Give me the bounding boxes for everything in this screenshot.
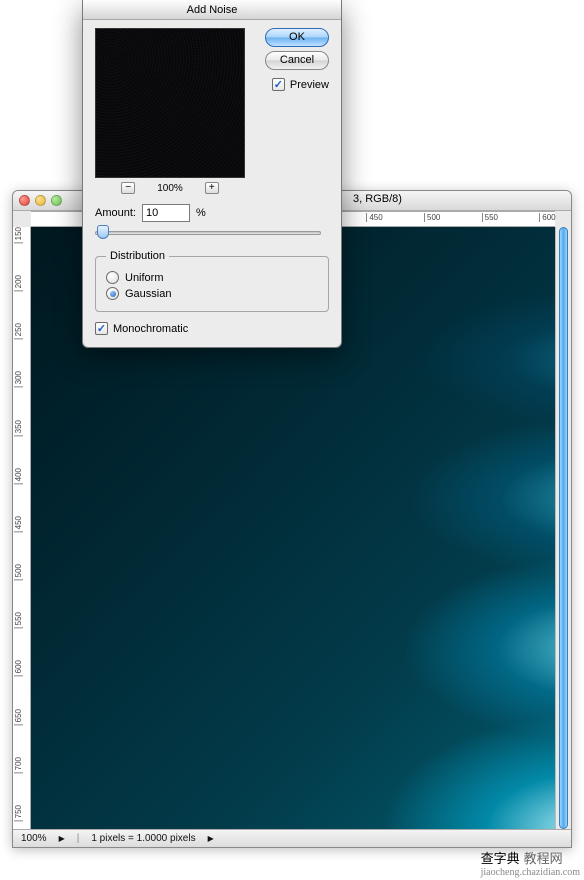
distribution-legend: Distribution bbox=[106, 250, 169, 262]
watermark-url: jiaocheng.chazidian.com bbox=[481, 867, 580, 878]
status-zoom[interactable]: 100% bbox=[21, 833, 47, 844]
zoom-icon[interactable] bbox=[51, 195, 62, 206]
chevron-right-icon[interactable]: ▶ bbox=[59, 834, 65, 843]
amount-slider[interactable] bbox=[95, 226, 321, 238]
ok-button[interactable]: OK bbox=[265, 28, 329, 47]
slider-track bbox=[95, 231, 321, 235]
distribution-group: Distribution Uniform Gaussian bbox=[95, 250, 329, 312]
ruler-tick: 200 bbox=[14, 275, 23, 291]
add-noise-dialog: Add Noise OK Cancel Preview − 100% + Amo… bbox=[82, 0, 342, 348]
ruler-tick: 500 bbox=[424, 213, 440, 222]
chevron-right-icon[interactable]: ▶ bbox=[208, 834, 214, 843]
zoom-value: 100% bbox=[157, 183, 183, 194]
ruler-tick: 450 bbox=[14, 516, 23, 532]
watermark: 查字典教程网 jiaocheng.chazidian.com bbox=[481, 848, 580, 878]
monochromatic-checkbox[interactable] bbox=[95, 322, 108, 335]
ruler-tick: 550 bbox=[14, 612, 23, 628]
ruler-tick: 600 bbox=[539, 213, 555, 222]
ruler-tick: 400 bbox=[14, 468, 23, 484]
minimize-icon[interactable] bbox=[35, 195, 46, 206]
watermark-suffix: 教程网 bbox=[524, 851, 563, 866]
ruler-tick: 500 bbox=[14, 564, 23, 580]
ruler-vertical[interactable]: 150 200 250 300 350 400 450 500 550 600 … bbox=[13, 227, 31, 829]
ruler-tick: 150 bbox=[14, 227, 23, 243]
ruler-tick: 700 bbox=[14, 757, 23, 773]
ruler-tick: 650 bbox=[14, 709, 23, 725]
watermark-brand: 查字典 bbox=[481, 851, 520, 866]
preview-label: Preview bbox=[290, 79, 329, 91]
document-title: 3, RGB/8) bbox=[353, 193, 402, 205]
zoom-in-button[interactable]: + bbox=[205, 182, 219, 194]
monochromatic-label: Monochromatic bbox=[113, 323, 188, 335]
ruler-tick: 450 bbox=[366, 213, 382, 222]
divider: | bbox=[77, 833, 80, 844]
status-info: 1 pixels = 1.0000 pixels bbox=[91, 833, 195, 844]
uniform-radio[interactable] bbox=[106, 271, 119, 284]
ruler-tick: 600 bbox=[14, 660, 23, 676]
amount-unit: % bbox=[196, 207, 206, 219]
ruler-tick: 300 bbox=[14, 371, 23, 387]
preview-checkbox[interactable] bbox=[272, 78, 285, 91]
status-bar: 100% ▶ | 1 pixels = 1.0000 pixels ▶ bbox=[13, 829, 571, 847]
vertical-scrollbar[interactable] bbox=[555, 227, 571, 829]
ruler-tick: 550 bbox=[482, 213, 498, 222]
uniform-label: Uniform bbox=[125, 272, 164, 284]
ruler-tick: 250 bbox=[14, 323, 23, 339]
close-icon[interactable] bbox=[19, 195, 30, 206]
ruler-tick: 750 bbox=[14, 805, 23, 821]
amount-input[interactable] bbox=[142, 204, 190, 222]
scrollbar-thumb[interactable] bbox=[559, 227, 568, 829]
zoom-out-button[interactable]: − bbox=[121, 182, 135, 194]
amount-label: Amount: bbox=[95, 207, 136, 219]
gaussian-radio[interactable] bbox=[106, 287, 119, 300]
cancel-button[interactable]: Cancel bbox=[265, 51, 329, 70]
gaussian-label: Gaussian bbox=[125, 288, 171, 300]
dialog-title[interactable]: Add Noise bbox=[83, 0, 341, 20]
preview-thumbnail[interactable] bbox=[95, 28, 245, 178]
ruler-tick: 350 bbox=[14, 420, 23, 436]
slider-thumb[interactable] bbox=[97, 225, 109, 239]
